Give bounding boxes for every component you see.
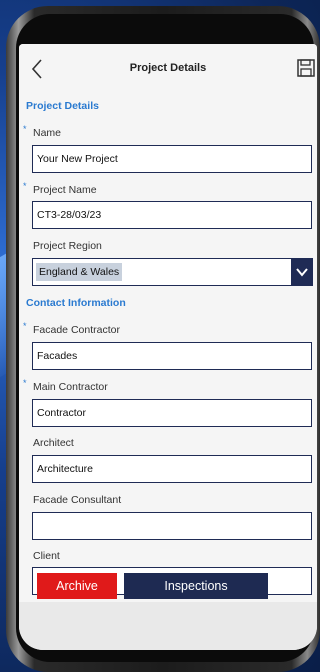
chevron-down-icon <box>296 268 308 277</box>
facade-consultant-label: Facade Consultant <box>33 494 122 506</box>
inspections-button[interactable]: Inspections <box>124 573 268 599</box>
name-label: Name <box>33 127 62 139</box>
project-name-label: Project Name <box>33 184 97 196</box>
required-marker: * <box>23 181 27 191</box>
project-region-select[interactable]: England & Wales <box>32 258 292 286</box>
archive-button[interactable]: Archive <box>37 573 117 599</box>
project-region-value: England & Wales <box>36 263 123 281</box>
header: Project Details <box>19 44 317 94</box>
floppy-disk-icon[interactable] <box>297 58 315 78</box>
main-contractor-field[interactable] <box>32 399 312 427</box>
section-contact-information: Contact Information <box>26 297 126 309</box>
app-screen: Project Details Project Details * Name *… <box>19 44 317 650</box>
page-title: Project Details <box>129 62 207 74</box>
section-project-details: Project Details <box>26 100 99 112</box>
required-marker: * <box>23 124 27 134</box>
main-contractor-label: Main Contractor <box>33 381 108 393</box>
architect-field[interactable] <box>32 455 312 483</box>
facade-contractor-field[interactable] <box>32 342 312 370</box>
project-region-dropdown-button[interactable] <box>291 258 313 286</box>
footer-bar <box>19 602 317 650</box>
facade-consultant-field[interactable] <box>32 512 312 540</box>
project-region-label: Project Region <box>33 240 102 252</box>
project-name-field[interactable] <box>32 201 312 229</box>
client-label: Client <box>33 550 60 562</box>
architect-label: Architect <box>33 437 74 449</box>
required-marker: * <box>23 321 27 331</box>
facade-contractor-label: Facade Contractor <box>33 324 120 336</box>
name-field[interactable] <box>32 145 312 173</box>
required-marker: * <box>23 378 27 388</box>
